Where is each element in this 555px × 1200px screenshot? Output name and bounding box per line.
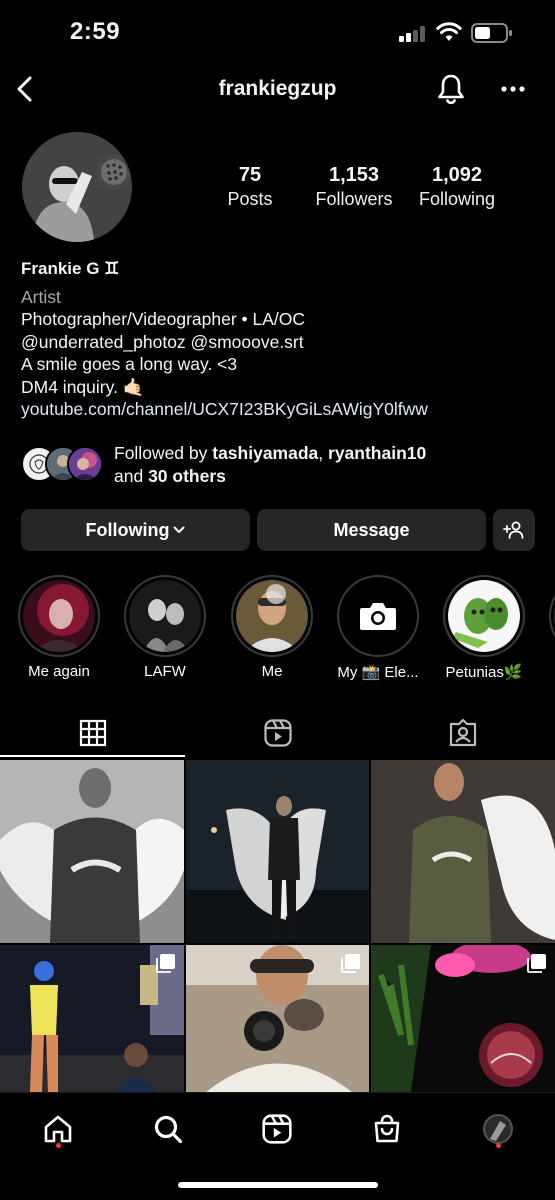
tab-tagged[interactable] (370, 708, 555, 758)
tab-posts-grid[interactable] (0, 708, 185, 758)
highlight-ring (443, 575, 525, 657)
separator: , (318, 443, 329, 463)
home-icon (44, 1115, 72, 1143)
profile-display-name: Frankie G ♊︎ (21, 259, 120, 278)
profile-avatar (483, 1114, 513, 1144)
post-thumbnail[interactable] (0, 945, 184, 1092)
followers-label: Followers (315, 189, 393, 209)
highlight-label: LAFW (144, 663, 186, 680)
message-button-label: Message (333, 519, 410, 540)
bio-website-link[interactable]: youtube.com/channel/UCX7I23BKyGiLsAWigY0… (21, 398, 541, 421)
highlight-ring (124, 575, 206, 657)
active-tab-indicator (0, 755, 185, 757)
profile-stats: 75 Posts 1,153 Followers 1,092 Following (190, 163, 520, 213)
highlight-ring (231, 575, 313, 657)
highlight-label: My 📸 Ele... (337, 664, 419, 681)
posts-stat[interactable]: 75 Posts (215, 163, 285, 211)
mutual-avatar (67, 446, 103, 482)
post-thumbnail[interactable] (0, 760, 184, 943)
post-thumbnail[interactable] (186, 760, 369, 943)
reels-icon (263, 719, 292, 747)
following-stat[interactable]: 1,092 Following (414, 163, 500, 211)
mutual-others-count[interactable]: 30 others (148, 466, 226, 486)
highlight-item-partial[interactable] (545, 575, 555, 657)
mutual-followers-text: Followed by tashiyamada, ryanthain10 and… (114, 442, 426, 487)
highlight-item[interactable]: LAFW (120, 575, 210, 680)
mutual-username[interactable]: ryanthain10 (328, 443, 426, 463)
multiple-photos-icon (341, 954, 360, 973)
highlight-cover (448, 580, 520, 652)
posts-count: 75 (238, 164, 262, 186)
followers-count: 1,153 (328, 164, 380, 186)
followed-by-prefix: Followed by (114, 443, 213, 463)
profile-category: Artist (21, 286, 61, 307)
highlight-label: Me (261, 663, 283, 680)
highlight-item[interactable]: My 📸 Ele... (333, 575, 423, 681)
notification-bell-icon[interactable] (436, 73, 466, 105)
search-icon (154, 1115, 183, 1144)
post-thumbnail[interactable] (371, 760, 555, 943)
highlight-cover (342, 580, 414, 652)
story-highlights: Me again LAFW Me My 📸 Ele... Petunias🌿 (0, 575, 555, 685)
more-options-icon[interactable] (500, 84, 526, 94)
highlight-ring (549, 575, 555, 657)
chevron-down-icon (173, 526, 185, 533)
mutual-username[interactable]: tashiyamada (212, 443, 318, 463)
highlight-item[interactable]: Me again (14, 575, 104, 680)
reels-icon (262, 1114, 292, 1144)
nav-home-activity-dot (56, 1143, 61, 1148)
battery-icon (471, 23, 512, 43)
cellular-signal-icon (399, 26, 429, 42)
following-button-label: Following (85, 519, 170, 540)
post-thumbnail[interactable] (186, 945, 369, 1092)
nav-shop[interactable] (367, 1109, 407, 1149)
highlight-label: Me again (28, 663, 90, 680)
highlight-item[interactable]: Me (227, 575, 317, 680)
posts-label: Posts (227, 189, 273, 209)
mutual-followers[interactable]: Followed by tashiyamada, ryanthain10 and… (21, 442, 541, 490)
camera-icon (360, 603, 396, 630)
suggested-accounts-button[interactable] (493, 509, 535, 551)
following-count: 1,092 (431, 164, 483, 186)
profile-avatar[interactable] (22, 132, 132, 242)
nav-profile-activity-dot (496, 1143, 501, 1148)
tagged-icon (449, 718, 476, 747)
bio-line: Photographer/Videographer • LA/OC (21, 309, 306, 329)
nav-reels[interactable] (257, 1109, 297, 1149)
nav-search[interactable] (148, 1109, 188, 1149)
tab-reels[interactable] (185, 708, 370, 758)
wifi-icon (436, 22, 462, 41)
profile-header: frankiegzup (0, 66, 555, 114)
profile-bio: Frankie G ♊︎ Artist Photographer/Videogr… (21, 258, 541, 421)
home-indicator (178, 1182, 378, 1188)
highlight-ring (337, 575, 419, 657)
bio-line: DM4 inquiry. 🤙🏻 (21, 376, 145, 397)
following-button[interactable]: Following (21, 509, 250, 551)
highlight-item[interactable]: Petunias🌿 (439, 575, 529, 681)
grid-icon (79, 719, 106, 747)
add-person-icon (503, 521, 524, 539)
bio-line: A smile goes a long way. <3 (21, 354, 238, 374)
highlight-ring (18, 575, 100, 657)
profile-username: frankiegzup (218, 77, 337, 100)
highlight-cover (236, 580, 308, 652)
status-bar: 2:59 (0, 0, 555, 66)
following-label: Following (418, 189, 496, 209)
bio-line[interactable]: @underrated_photoz @smooove.srt (21, 331, 541, 354)
post-thumbnail[interactable] (371, 945, 555, 1092)
mutual-avatars (21, 446, 105, 484)
shop-icon (374, 1114, 400, 1143)
profile-content-tabs (0, 708, 555, 758)
message-button[interactable]: Message (257, 509, 486, 551)
followers-stat[interactable]: 1,153 Followers (308, 163, 400, 211)
multiple-photos-icon (156, 954, 175, 973)
posts-grid (0, 760, 555, 1092)
highlight-cover (129, 580, 201, 652)
multiple-photos-icon (527, 954, 546, 973)
status-time: 2:59 (70, 18, 121, 45)
highlight-label: Petunias🌿 (445, 664, 523, 681)
and-text: and (114, 465, 149, 486)
highlight-cover (23, 580, 95, 652)
